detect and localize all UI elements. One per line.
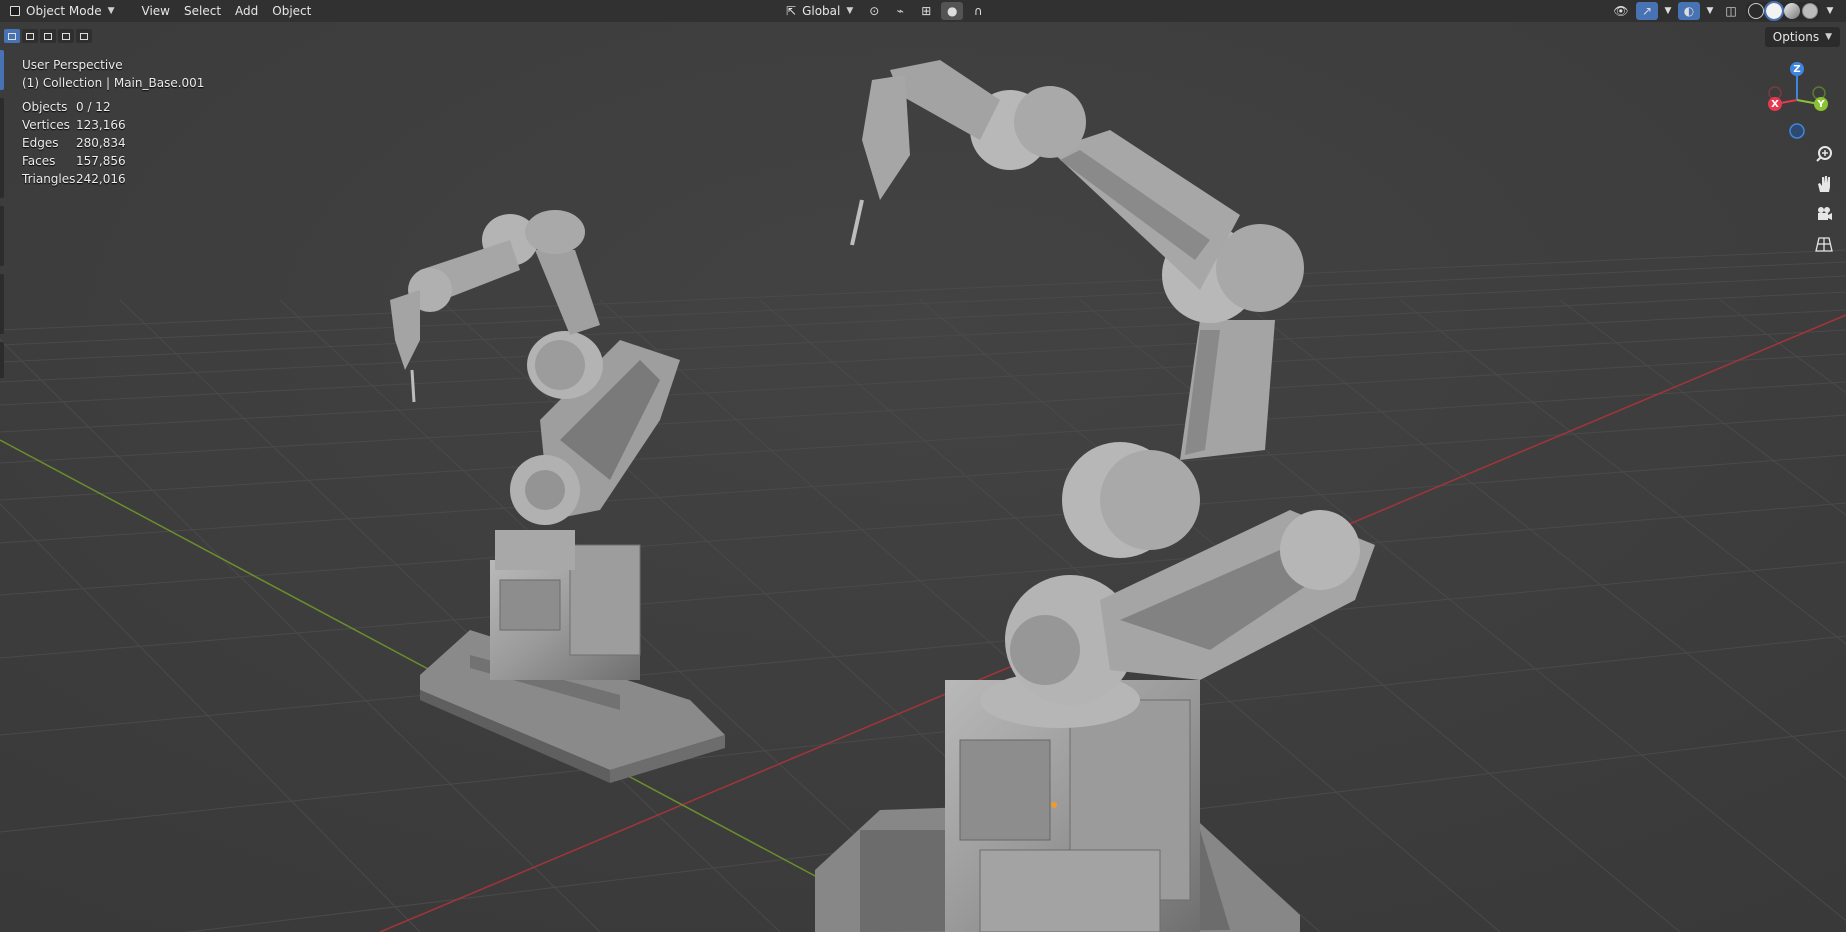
stat-value: 280,834 — [76, 136, 126, 150]
orientation-dropdown[interactable]: ⇱ Global ▼ — [780, 2, 859, 20]
view-name: User Perspective — [22, 58, 123, 72]
select-intersect-icon[interactable] — [76, 29, 92, 43]
stat-row: Edges 280,834 — [22, 134, 204, 152]
orientation-label: Global — [802, 4, 841, 18]
rendered-shading-icon[interactable] — [1802, 3, 1818, 19]
snap-increment-icon[interactable]: ⊞ — [915, 2, 937, 20]
stat-label: Edges — [22, 136, 59, 150]
scene-statistics: Objects 0 / 12 Vertices 123,166 Edges 280,8… — [22, 98, 204, 188]
options-dropdown[interactable]: Options ▼ — [1764, 27, 1840, 47]
snap-icon[interactable]: ⌁ — [889, 2, 911, 20]
chevron-down-icon: ▼ — [846, 6, 854, 16]
object-mode-icon — [10, 6, 20, 16]
object-mode-dropdown[interactable]: Object Mode ▼ — [6, 2, 121, 20]
gizmo-z-axis[interactable]: Z — [1790, 62, 1804, 76]
stat-label: Objects — [22, 100, 68, 114]
falloff-icon[interactable]: ∩ — [967, 2, 989, 20]
select-difference-icon[interactable] — [58, 29, 74, 43]
stat-row: Vertices 123,166 — [22, 116, 204, 134]
perspective-toggle-icon[interactable] — [1812, 232, 1836, 256]
gizmo-y-axis[interactable]: Y — [1814, 97, 1828, 111]
object-mode-label: Object Mode — [26, 4, 102, 18]
wireframe-shading-icon[interactable] — [1748, 3, 1764, 19]
stat-label: Faces — [22, 154, 56, 168]
solid-shading-icon[interactable] — [1764, 1, 1784, 21]
stat-value: 123,166 — [76, 118, 126, 132]
stat-value: 0 / 12 — [76, 100, 111, 114]
visibility-icon[interactable]: 👁 — [1610, 2, 1632, 20]
chevron-down-icon: ▼ — [1825, 32, 1832, 42]
material-preview-icon[interactable] — [1784, 3, 1800, 19]
menu-add[interactable]: Add — [228, 2, 265, 20]
stat-row: Faces 157,856 — [22, 152, 204, 170]
collection-info: (1) Collection | Main_Base.001 — [22, 76, 205, 90]
camera-view-icon[interactable] — [1812, 202, 1836, 226]
options-label: Options — [1772, 30, 1820, 44]
object-origin — [1051, 802, 1057, 808]
menu-view[interactable]: View — [135, 2, 177, 20]
3d-viewport[interactable] — [0, 0, 1846, 932]
xray-toggle-icon[interactable]: ◫ — [1720, 2, 1742, 20]
viewport-header: Object Mode ▼ View Select Add Object ⇱ G… — [0, 0, 1846, 22]
overlays-icon[interactable]: ◐ — [1678, 2, 1700, 20]
select-extend-icon[interactable] — [22, 29, 38, 43]
selection-mode-group — [4, 29, 92, 43]
active-tool-marker — [0, 50, 4, 90]
stat-value: 242,016 — [76, 172, 126, 186]
transform-tools: ⇱ Global ▼ ⊙ ⌁ ⊞ ● ∩ — [780, 2, 989, 20]
menu-object[interactable]: Object — [265, 2, 318, 20]
stat-label: Triangles — [22, 172, 76, 186]
chevron-down-icon[interactable]: ▼ — [1824, 2, 1836, 20]
stat-label: Vertices — [22, 118, 70, 132]
menu-select[interactable]: Select — [177, 2, 228, 20]
viewport-info-overlay: User Perspective (1) Collection | Main_B… — [22, 56, 204, 188]
toolbar-segment[interactable] — [0, 98, 4, 198]
shading-mode-group — [1746, 1, 1820, 21]
gizmo-toggle-icon[interactable]: ↗ — [1636, 2, 1658, 20]
zoom-icon[interactable] — [1812, 142, 1836, 166]
stat-row: Triangles 242,016 — [22, 170, 204, 188]
select-new-icon[interactable] — [4, 29, 20, 43]
navigation-gizmo[interactable]: Z Y X — [1764, 60, 1834, 140]
gizmo-x-axis[interactable]: X — [1768, 97, 1782, 111]
chevron-down-icon[interactable]: ▼ — [1662, 2, 1674, 20]
chevron-down-icon: ▼ — [107, 6, 115, 16]
pivot-point-icon[interactable]: ⊙ — [863, 2, 885, 20]
stat-row: Objects 0 / 12 — [22, 98, 204, 116]
chevron-down-icon[interactable]: ▼ — [1704, 2, 1716, 20]
toolbar-collapsed[interactable] — [0, 50, 4, 380]
select-subtract-icon[interactable] — [40, 29, 56, 43]
pan-hand-icon[interactable] — [1812, 172, 1836, 196]
orientation-icon: ⇱ — [786, 4, 797, 18]
viewport-display-tools: 👁 ↗ ▼ ◐ ▼ ◫ ▼ — [1610, 1, 1836, 21]
proportional-editing-icon[interactable]: ● — [941, 2, 964, 20]
stat-value: 157,856 — [76, 154, 126, 168]
toolbar-segment[interactable] — [0, 206, 4, 266]
toolbar-segment[interactable] — [0, 342, 4, 378]
toolbar-segment[interactable] — [0, 274, 4, 334]
